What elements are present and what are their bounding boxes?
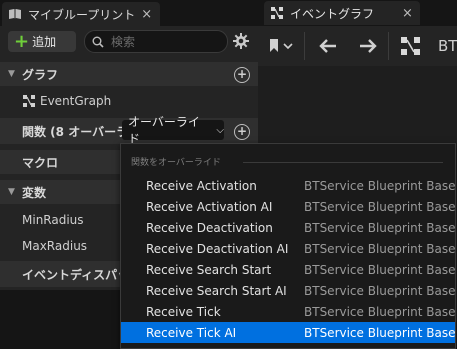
menu-item-source: BTService Blueprint Base: [304, 220, 456, 235]
menu-item-name: Receive Deactivation AI: [146, 241, 289, 256]
section-graphs[interactable]: ▼ グラフ: [0, 62, 258, 86]
menu-divider: [243, 162, 443, 163]
blackboard-graph-icon[interactable]: [400, 36, 422, 56]
section-title: 変数: [22, 185, 47, 200]
search-box[interactable]: [84, 30, 228, 53]
arrow-left-icon[interactable]: [318, 38, 338, 54]
menu-item[interactable]: Receive Activation BTService Blueprint B…: [121, 175, 456, 196]
menu-item-name: Receive Search Start AI: [146, 283, 287, 298]
close-icon[interactable]: ×: [141, 7, 152, 22]
add-button[interactable]: + 追加: [8, 31, 76, 52]
tab-label: イベントグラフ: [290, 6, 375, 21]
menu-header: 関数をオーバーライド: [131, 158, 221, 168]
graph-toolbar: BT: [258, 26, 457, 66]
add-function-icon[interactable]: +: [234, 124, 250, 140]
toolbar-divider: [388, 32, 389, 60]
arrow-right-icon[interactable]: [358, 38, 378, 54]
menu-item-selected[interactable]: Receive Tick AI BTService Blueprint Base: [121, 322, 456, 343]
add-button-label: 追加: [32, 35, 57, 49]
caret-down-icon: ▼: [8, 69, 15, 79]
menu-item[interactable]: Receive Deactivation BTService Blueprint…: [121, 217, 456, 238]
bookmark-dropdown-icon[interactable]: [268, 38, 294, 54]
tab-my-blueprint[interactable]: マイブループリント ×: [2, 2, 160, 26]
menu-item-source: BTService Blueprint Base: [304, 283, 456, 298]
override-label: オーバーライド: [128, 115, 200, 146]
plus-icon: +: [14, 30, 30, 52]
menu-item-source: BTService Blueprint Base: [304, 304, 456, 319]
override-function-menu: 関数をオーバーライド Receive Activation BTService …: [120, 143, 456, 349]
search-input[interactable]: [109, 33, 213, 50]
tab-event-graph[interactable]: イベントグラフ ×: [264, 1, 420, 25]
caret-down-icon: ▼: [8, 187, 15, 197]
menu-item-source: BTService Blueprint Base: [304, 178, 456, 193]
menu-item-source: BTService Blueprint Base: [304, 241, 456, 256]
menu-item[interactable]: Receive Tick BTService Blueprint Base: [121, 301, 456, 322]
tab-label: マイブループリント: [28, 7, 136, 22]
section-title: グラフ: [22, 67, 59, 82]
graph-icon: [271, 7, 283, 19]
menu-item[interactable]: Receive Activation AI BTService Blueprin…: [121, 196, 456, 217]
graph-icon: [23, 95, 35, 107]
gear-icon[interactable]: [232, 32, 250, 50]
toolbar-divider: [304, 32, 305, 60]
menu-item[interactable]: Receive Deactivation AI BTService Bluepr…: [121, 238, 456, 259]
menu-item-name: Receive Activation AI: [146, 199, 273, 214]
list-item-label: EventGraph: [40, 94, 112, 108]
chevron-down-icon: ⌵: [216, 124, 224, 136]
override-dropdown[interactable]: オーバーライド ⌵: [122, 115, 224, 146]
book-icon: [9, 9, 21, 19]
close-icon[interactable]: ×: [402, 6, 413, 21]
bt-label[interactable]: BT: [438, 37, 457, 55]
menu-item-name: Receive Search Start: [146, 262, 272, 277]
menu-item[interactable]: Receive Search Start BTService Blueprint…: [121, 259, 456, 280]
section-title: マクロ: [22, 155, 59, 170]
add-graph-icon[interactable]: +: [234, 67, 250, 83]
menu-item-source: BTService Blueprint Base: [304, 262, 456, 277]
menu-item-name: Receive Tick AI: [146, 325, 237, 340]
menu-item-name: Receive Activation: [146, 178, 257, 193]
list-item-eventgraph[interactable]: EventGraph: [0, 88, 258, 114]
menu-item[interactable]: Receive Search Start AI BTService Bluepr…: [121, 280, 456, 301]
variable-label: MinRadius: [22, 213, 84, 227]
menu-item-source: BTService Blueprint Base: [304, 199, 456, 214]
menu-item-source: BTService Blueprint Base: [304, 325, 456, 340]
menu-item-name: Receive Deactivation: [146, 220, 273, 235]
variable-label: MaxRadius: [22, 239, 88, 253]
search-icon: [92, 36, 104, 48]
menu-item-name: Receive Tick: [146, 304, 221, 319]
